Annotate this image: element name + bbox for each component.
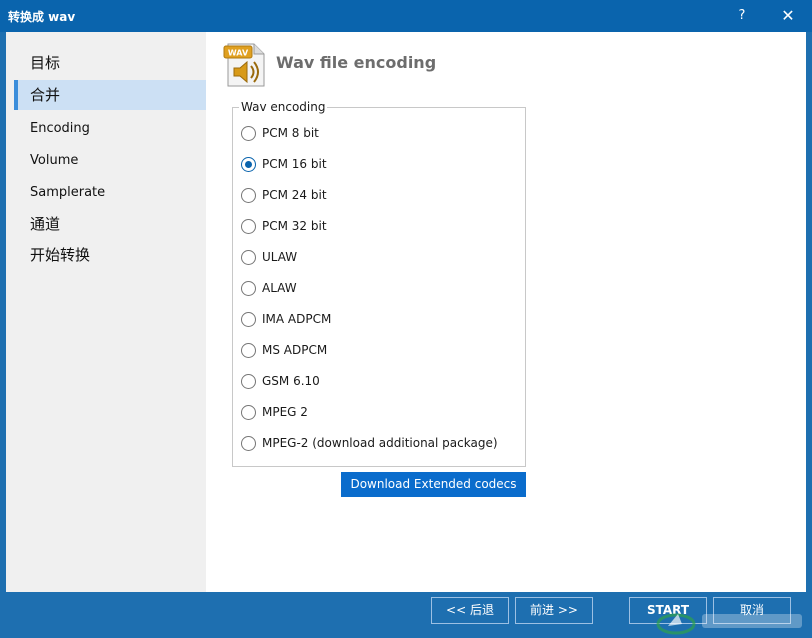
radio-button[interactable] (241, 250, 256, 265)
radio-label: MS ADPCM (262, 343, 328, 357)
close-button[interactable]: ✕ (766, 0, 810, 32)
wav-file-icon: WAV (223, 43, 265, 87)
help-button[interactable]: ? (720, 0, 764, 32)
radio-button[interactable] (241, 219, 256, 234)
sidebar-item-label: 目标 (30, 54, 61, 72)
radio-alaw[interactable]: ALAW (241, 279, 521, 299)
radio-button[interactable] (241, 374, 256, 389)
page-title: Wav file encoding (276, 53, 437, 72)
sidebar-item-volume[interactable]: Volume (14, 146, 206, 176)
radio-pcm-24-bit[interactable]: PCM 24 bit (241, 186, 521, 206)
sidebar-item-label: Encoding (30, 121, 90, 136)
sidebar-item-merge[interactable]: 合并 (14, 80, 206, 110)
svg-text:WAV: WAV (228, 49, 249, 58)
sidebar-item-target[interactable]: 目标 (14, 48, 206, 78)
radio-button[interactable] (241, 281, 256, 296)
radio-button[interactable] (241, 343, 256, 358)
radio-label: PCM 24 bit (262, 188, 327, 202)
radio-button[interactable] (241, 312, 256, 327)
radio-pcm-16-bit[interactable]: PCM 16 bit (241, 155, 521, 175)
radio-mpeg-2[interactable]: MPEG 2 (241, 403, 521, 423)
back-button[interactable]: << 后退 (431, 597, 509, 624)
sidebar-item-label: 通道 (30, 215, 61, 233)
title-bar: 转换成 wav ? ✕ (0, 0, 812, 32)
radio-label: PCM 32 bit (262, 219, 327, 233)
radio-label: GSM 6.10 (262, 374, 320, 388)
radio-label: PCM 8 bit (262, 126, 319, 140)
sidebar-item-encoding[interactable]: Encoding (14, 114, 206, 144)
sidebar-item-label: Samplerate (30, 185, 106, 200)
radio-button[interactable] (241, 436, 256, 451)
watermark-logo (656, 613, 802, 635)
next-button[interactable]: 前进 >> (515, 597, 593, 624)
wav-encoding-group: Wav encoding PCM 8 bit PCM 16 bit PCM 24… (232, 100, 526, 467)
sidebar-item-label: 开始转换 (30, 246, 91, 264)
sidebar-item-start-conversion[interactable]: 开始转换 (14, 240, 206, 270)
radio-label: MPEG-2 (download additional package) (262, 436, 498, 450)
wizard-sidebar: 目标 合并 Encoding Volume Samplerate 通道 开始转换 (6, 32, 206, 592)
radio-pcm-32-bit[interactable]: PCM 32 bit (241, 217, 521, 237)
radio-gsm-6-10[interactable]: GSM 6.10 (241, 372, 521, 392)
content-panel: WAV Wav file encoding Wav encoding PCM 8… (206, 32, 806, 592)
radio-pcm-8-bit[interactable]: PCM 8 bit (241, 124, 521, 144)
radio-label: IMA ADPCM (262, 312, 332, 326)
radio-ms-adpcm[interactable]: MS ADPCM (241, 341, 521, 361)
group-legend: Wav encoding (239, 100, 328, 114)
radio-ima-adpcm[interactable]: IMA ADPCM (241, 310, 521, 330)
radio-button[interactable] (241, 188, 256, 203)
radio-button[interactable] (241, 126, 256, 141)
window-title: 转换成 wav (8, 10, 76, 24)
sidebar-item-samplerate[interactable]: Samplerate (14, 178, 206, 208)
radio-button[interactable] (241, 405, 256, 420)
radio-label: PCM 16 bit (262, 157, 327, 171)
radio-mpeg-2-download[interactable]: MPEG-2 (download additional package) (241, 434, 521, 454)
sidebar-item-channels[interactable]: 通道 (14, 209, 206, 239)
sidebar-item-label: 合并 (30, 86, 61, 104)
dialog-client-area: 目标 合并 Encoding Volume Samplerate 通道 开始转换… (6, 32, 806, 592)
sidebar-item-label: Volume (30, 153, 79, 168)
radio-label: ULAW (262, 250, 298, 264)
radio-button-selected[interactable] (241, 157, 256, 172)
radio-label: MPEG 2 (262, 405, 308, 419)
radio-ulaw[interactable]: ULAW (241, 248, 521, 268)
download-extended-codecs-button[interactable]: Download Extended codecs (341, 472, 526, 497)
radio-label: ALAW (262, 281, 297, 295)
